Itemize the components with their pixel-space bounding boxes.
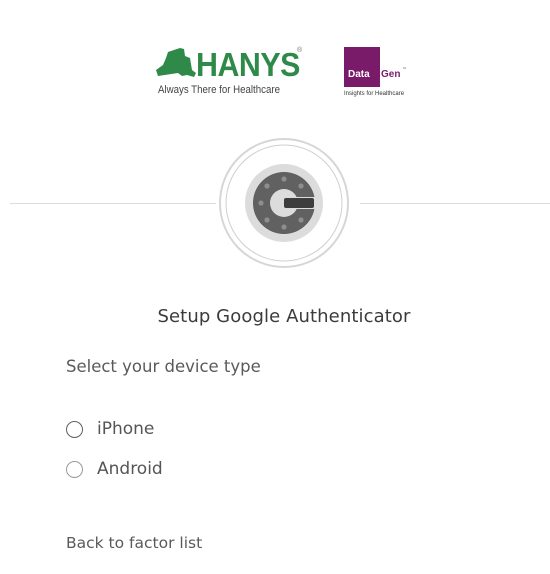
divider-left	[10, 203, 216, 204]
setup-authenticator-page: HANYS ® Always There for Healthcare Data…	[0, 0, 550, 574]
radio-label-iphone: iPhone	[97, 419, 155, 439]
hanys-logo: HANYS ® Always There for Healthcare	[150, 44, 310, 104]
datagen-tagline: Insights for Healthcare	[344, 91, 405, 97]
page-title: Setup Google Authenticator	[157, 306, 411, 327]
hanys-wordmark: HANYS	[196, 46, 300, 83]
hanys-tagline: Always There for Healthcare	[158, 84, 280, 96]
divider-right	[360, 203, 550, 204]
datagen-data-word: Data	[348, 69, 370, 80]
radio-button-android[interactable]	[66, 460, 83, 478]
trademark-mark: ™	[402, 67, 407, 73]
registered-mark: ®	[297, 47, 303, 54]
device-type-prompt: Select your device type	[66, 357, 261, 376]
radio-label-android: Android	[97, 459, 163, 479]
datagen-gen-word: Gen	[381, 69, 401, 80]
new-york-state-icon	[156, 48, 196, 77]
datagen-logo-block	[344, 47, 380, 87]
back-to-factor-list-link[interactable]: Back to factor list	[66, 534, 202, 552]
google-authenticator-icon	[219, 138, 349, 268]
datagen-logo: Data Gen ™ Insights for Healthcare	[340, 45, 420, 105]
radio-option-android[interactable]: Android	[66, 457, 163, 481]
radio-button-iphone[interactable]	[66, 420, 83, 438]
radio-option-iphone[interactable]: iPhone	[66, 417, 154, 441]
